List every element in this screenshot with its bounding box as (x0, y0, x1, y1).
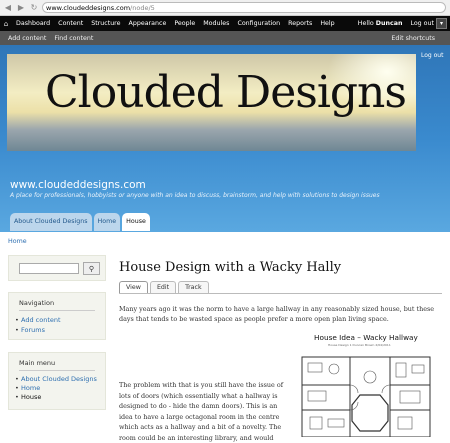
toolbar-modules[interactable]: Modules (199, 20, 233, 27)
tabs-divider (119, 293, 442, 294)
back-icon[interactable]: ◀ (3, 3, 13, 13)
url-input[interactable]: www.cloudeddesigns.com/node/5 (42, 2, 446, 13)
shortcuts-toggle-icon[interactable]: ▾ (436, 18, 447, 29)
logout-link[interactable]: Log out (410, 20, 434, 27)
block-divider (19, 310, 95, 311)
menu-home[interactable]: Home (15, 384, 40, 392)
figure-title: House Idea – Wacky Hallway (314, 333, 418, 342)
tab-track[interactable]: Track (178, 281, 209, 293)
site-slogan: A place for professionals, hobbyists or … (10, 192, 380, 199)
admin-toolbar: ⌂ Dashboard Content Structure Appearance… (0, 16, 450, 31)
browser-address-bar: ◀ ▶ ↻ www.cloudeddesigns.com/node/5 (0, 0, 450, 16)
tab-about[interactable]: About Clouded Designs (10, 213, 92, 231)
main-menu-block: Main menu About Clouded Designs Home Hou… (8, 352, 106, 410)
floor-plan-figure: House Idea – Wacky Hallway House Design … (300, 333, 438, 437)
search-button[interactable]: ⚲ (83, 262, 100, 275)
hello-text: Hello (357, 20, 374, 27)
toolbar-reports[interactable]: Reports (284, 20, 316, 27)
banner-title: Clouded Designs (45, 67, 407, 118)
search-icon: ⚲ (88, 265, 95, 273)
url-path: /node/5 (130, 3, 155, 12)
primary-tabs: About Clouded Designs Home House (10, 213, 150, 231)
search-block: ⚲ (8, 255, 106, 281)
toolbar-appearance[interactable]: Appearance (125, 20, 171, 27)
forward-icon[interactable]: ▶ (16, 3, 26, 13)
shortcut-find-content[interactable]: Find content (54, 35, 93, 42)
navigation-title: Navigation (19, 299, 55, 307)
shortcut-add-content[interactable]: Add content (8, 35, 46, 42)
tab-house[interactable]: House (122, 213, 150, 231)
reload-icon[interactable]: ↻ (29, 3, 39, 13)
home-icon[interactable]: ⌂ (0, 20, 12, 28)
username[interactable]: Duncan (376, 20, 403, 27)
menu-about[interactable]: About Clouded Designs (15, 375, 97, 383)
user-greeting: Hello Duncan (358, 20, 403, 27)
toolbar-help[interactable]: Help (316, 20, 338, 27)
toolbar-dashboard[interactable]: Dashboard (12, 20, 54, 27)
local-tabs: View Edit Track (119, 281, 209, 293)
tab-edit[interactable]: Edit (149, 281, 177, 293)
body-paragraph-2: The problem with that is you still have … (119, 381, 284, 442)
page-title: House Design with a Wacky Hally (119, 260, 342, 275)
search-input[interactable] (19, 263, 79, 274)
url-host: www.cloudeddesigns.com (46, 3, 131, 12)
toolbar-people[interactable]: People (170, 20, 199, 27)
body-paragraph-1: Many years ago it was the norm to have a… (119, 305, 435, 323)
toolbar-configuration[interactable]: Configuration (233, 20, 284, 27)
toolbar-content[interactable]: Content (54, 20, 87, 27)
breadcrumb[interactable]: Home (8, 238, 27, 245)
floor-plan-drawing (301, 356, 431, 437)
edit-shortcuts-link[interactable]: Edit shortcuts (391, 35, 435, 42)
block-divider (19, 370, 95, 371)
nav-forums[interactable]: Forums (15, 326, 45, 334)
menu-house[interactable]: House (15, 393, 41, 401)
nav-add-content[interactable]: Add content (15, 316, 60, 324)
header-logout-link[interactable]: Log out (421, 52, 443, 59)
header-banner-image: Clouded Designs (7, 54, 416, 151)
tab-view[interactable]: View (119, 281, 148, 293)
site-name[interactable]: www.cloudeddesigns.com (10, 179, 146, 191)
toolbar-structure[interactable]: Structure (87, 20, 124, 27)
navigation-block: Navigation Add content Forums (8, 292, 106, 340)
shortcuts-bar: Add content Find content Edit shortcuts (0, 31, 450, 45)
figure-subtitle: House Design 1 Duncan Brown 2/04/2011 (328, 343, 391, 347)
main-menu-title: Main menu (19, 359, 56, 367)
tab-home[interactable]: Home (93, 213, 121, 231)
